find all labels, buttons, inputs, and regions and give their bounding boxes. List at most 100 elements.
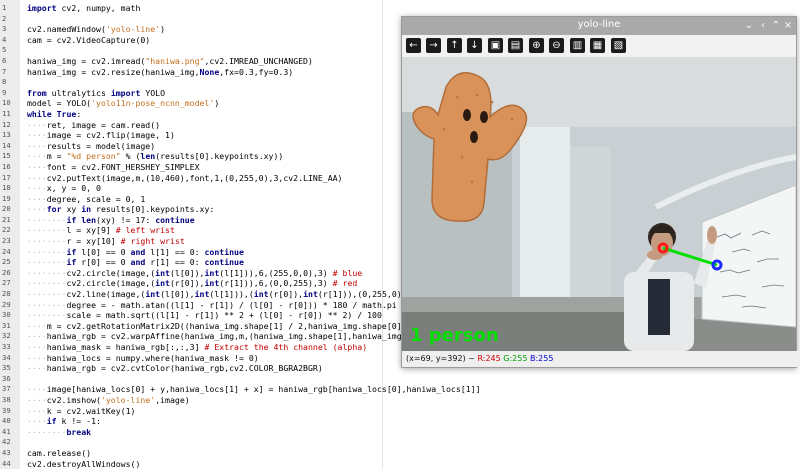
line-number: 19 [2, 193, 11, 203]
code-line[interactable]: 37 ····image[haniwa_locs[0] + y,haniwa_lo… [0, 384, 800, 395]
code-text[interactable]: ····image = cv2.flip(image, 1) [27, 130, 175, 141]
line-number: 28 [2, 289, 11, 299]
shade-icon[interactable]: ⌄ [743, 19, 755, 32]
code-text[interactable]: model = YOLO('yolo11n-pose_ncnn_model') [27, 98, 219, 109]
code-text[interactable]: ········degree = - math.atan((l[1] - r[1… [27, 300, 397, 311]
line-number: 12 [2, 119, 11, 129]
maximize-icon[interactable]: ⌃ [770, 19, 782, 32]
properties-icon[interactable]: ▦ [590, 38, 605, 53]
code-line[interactable]: 42 [0, 437, 800, 448]
code-line[interactable]: 44 cv2.destroyAllWindows() [0, 459, 800, 469]
code-text[interactable]: ········cv2.circle(image,(int(l[0]),int(… [27, 268, 362, 279]
code-text[interactable]: haniwa_img = cv2.imread("haniwa.png",cv2… [27, 56, 313, 67]
zoom-fit-icon[interactable]: ▣ [488, 38, 503, 53]
code-text[interactable]: haniwa_img = cv2.resize(haniwa_img,None,… [27, 67, 293, 78]
zoom-out-icon[interactable]: ⊖ [549, 38, 564, 53]
code-text[interactable]: cam.release() [27, 448, 91, 459]
code-text[interactable]: ········if r[0] == 0 and r[1] == 0: cont… [27, 257, 244, 268]
code-text[interactable]: ····haniwa_locs = numpy.where(haniwa_mas… [27, 353, 259, 364]
window-frame [570, 147, 610, 297]
code-text[interactable]: ········cv2.circle(image,(int(r[0]),int(… [27, 278, 357, 289]
line-number: 5 [2, 45, 7, 55]
code-text[interactable]: cv2.destroyAllWindows() [27, 459, 140, 469]
line-number: 1 [2, 3, 7, 12]
zoom-in-icon[interactable]: ⊕ [529, 38, 544, 53]
code-text[interactable]: ····degree, scale = 0, 1 [27, 194, 145, 205]
line-number: 8 [2, 77, 7, 87]
line-number: 44 [2, 458, 11, 468]
save-icon[interactable]: ▥ [570, 38, 585, 53]
code-text[interactable]: ········r = xy[10] # right wrist [27, 236, 185, 247]
line-number: 25 [2, 257, 11, 267]
code-text[interactable]: cam = cv2.VideoCapture(0) [27, 35, 150, 46]
code-text[interactable]: ····results = model(image) [27, 141, 155, 152]
line-number: 36 [2, 373, 11, 383]
code-text[interactable]: ····haniwa_rgb = cv2.cvtColor(haniwa_rgb… [27, 363, 323, 374]
code-text[interactable]: ········if l[0] == 0 and l[1] == 0: cont… [27, 247, 244, 258]
code-text[interactable]: while True: [27, 109, 81, 120]
line-number: 2 [2, 13, 7, 23]
code-text[interactable]: ····m = "%d person" % (len(results[0].ke… [27, 151, 283, 162]
code-line[interactable]: 1 import cv2, numpy, math [0, 3, 800, 14]
viewer-toolbar: ← → ↑ ↓ ▣ ▤ ⊕ ⊖ ▥ ▦ ▧ [402, 35, 796, 57]
code-text[interactable]: ····haniwa_mask = haniwa_rgb[:,:,3] # Ex… [27, 342, 367, 353]
line-number: 27 [2, 278, 11, 288]
pixel-green: G:255 [503, 354, 528, 363]
code-text[interactable]: import cv2, numpy, math [27, 3, 140, 14]
code-text[interactable]: ········scale = math.sqrt((l[1] - r[1]) … [27, 310, 382, 321]
title-bar[interactable]: yolo-line ⌄ ‹ ⌃ × [402, 17, 796, 35]
pan-right-icon[interactable]: → [426, 38, 441, 53]
camera-frame[interactable]: 1 person [402, 57, 796, 351]
code-text[interactable]: ····x, y = 0, 0 [27, 183, 101, 194]
code-line[interactable]: 41 ········break [0, 427, 800, 438]
line-number: 23 [2, 236, 11, 246]
code-text[interactable]: ········cv2.line(image,(int(l[0]),int(l[… [27, 289, 417, 300]
window-panel [520, 127, 570, 307]
code-text[interactable]: ····haniwa_rgb = cv2.warpAffine(haniwa_i… [27, 331, 456, 342]
code-text[interactable]: ········break [27, 427, 91, 438]
code-line[interactable]: 39 ····k = cv2.waitKey(1) [0, 406, 800, 417]
code-text[interactable]: ····cv2.putText(image,m,(10,460),font,1,… [27, 173, 342, 184]
line-number: 38 [2, 394, 11, 404]
line-number: 20 [2, 204, 11, 214]
image-viewer-window[interactable]: yolo-line ⌄ ‹ ⌃ × ← → ↑ ↓ ▣ ▤ ⊕ ⊖ ▥ ▦ ▧ [401, 16, 800, 368]
line-number: 30 [2, 310, 11, 320]
code-text[interactable]: ····font = cv2.FONT_HERSHEY_SIMPLEX [27, 162, 200, 173]
pan-down-icon[interactable]: ↓ [467, 38, 482, 53]
code-text[interactable]: ····image[haniwa_locs[0] + y,haniwa_locs… [27, 384, 481, 395]
code-text[interactable]: ····k = cv2.waitKey(1) [27, 406, 135, 417]
settings-icon[interactable]: ▧ [611, 38, 626, 53]
line-number: 40 [2, 416, 11, 426]
code-text[interactable]: ········if len(xy) != 17: continue [27, 215, 195, 226]
whiteboard [701, 184, 796, 328]
pan-left-icon[interactable]: ← [406, 38, 421, 53]
code-text[interactable]: ····ret, image = cam.read() [27, 120, 160, 131]
line-number: 6 [2, 55, 7, 65]
code-text[interactable]: ····if k != -1: [27, 416, 101, 427]
line-number: 22 [2, 225, 11, 235]
status-bar: (x=69, y=392) ~ R:245 G:255 B:255 [402, 351, 800, 367]
line-number: 13 [2, 130, 11, 140]
pixel-red: R:245 [477, 354, 501, 363]
code-text[interactable]: cv2.namedWindow('yolo-line') [27, 24, 165, 35]
code-text[interactable]: ····cv2.imshow('yolo-line',image) [27, 395, 190, 406]
code-text[interactable]: ········l = xy[9] # left wrist [27, 225, 175, 236]
code-text[interactable]: from ultralytics import YOLO [27, 88, 165, 99]
zoom-original-icon[interactable]: ▤ [508, 38, 523, 53]
code-line[interactable]: 40 ····if k != -1: [0, 416, 800, 427]
line-number: 21 [2, 214, 11, 224]
line-number: 10 [2, 98, 11, 108]
line-number: 41 [2, 426, 11, 436]
minimize-icon[interactable]: ‹ [757, 19, 769, 32]
code-line[interactable]: 43 cam.release() [0, 448, 800, 459]
line-number: 11 [2, 108, 11, 118]
code-line[interactable]: 36 [0, 374, 800, 385]
line-number: 39 [2, 405, 11, 415]
line-number: 32 [2, 331, 11, 341]
camera-scene [402, 57, 796, 351]
line-number: 17 [2, 172, 11, 182]
code-line[interactable]: 38 ····cv2.imshow('yolo-line',image) [0, 395, 800, 406]
pan-up-icon[interactable]: ↑ [447, 38, 462, 53]
close-icon[interactable]: × [782, 19, 794, 32]
code-text[interactable]: ····for xy in results[0].keypoints.xy: [27, 204, 214, 215]
